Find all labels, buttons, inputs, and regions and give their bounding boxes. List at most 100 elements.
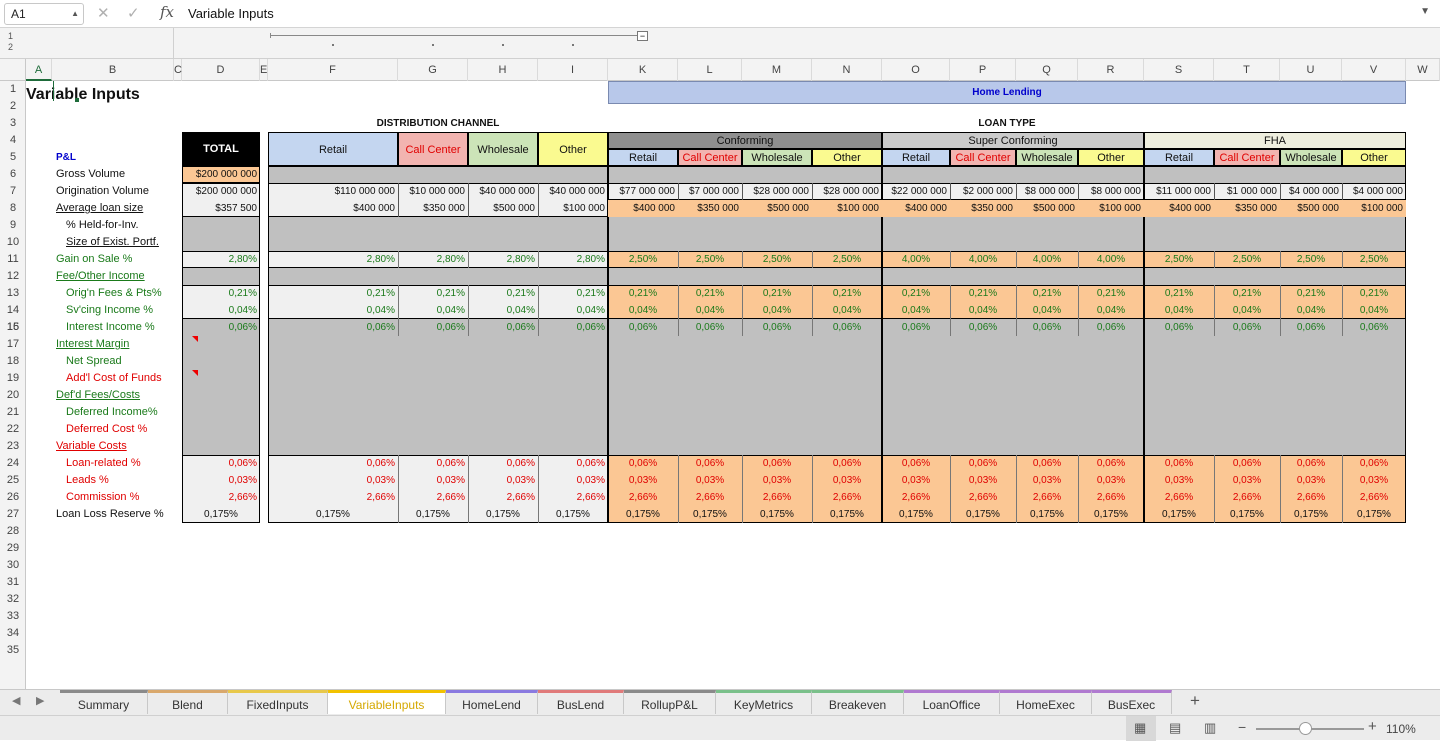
column-header-q[interactable]: Q — [1016, 59, 1078, 81]
row-header-13[interactable]: 13 — [0, 285, 26, 302]
column-header-g[interactable]: G — [398, 59, 468, 81]
gain-n: 2,50% — [832, 254, 862, 265]
row-header-22[interactable]: 22 — [0, 421, 26, 438]
row-header-11[interactable]: 11 — [0, 251, 26, 268]
row-header-28[interactable]: 28 — [0, 523, 26, 540]
column-header-r[interactable]: R — [1078, 59, 1144, 81]
next-sheet-icon[interactable]: ▶ — [36, 694, 44, 707]
column-header-w[interactable]: W — [1406, 59, 1440, 81]
row-header-1[interactable]: 1 — [0, 81, 26, 98]
column-header-h[interactable]: H — [468, 59, 538, 81]
sheet-tab-homeexec[interactable]: HomeExec — [1000, 690, 1092, 714]
row-header-35[interactable]: 35 — [0, 642, 26, 659]
column-header-m[interactable]: M — [742, 59, 812, 81]
label-16: Deferred Cost % — [66, 423, 148, 435]
row-header-10[interactable]: 10 — [0, 234, 26, 251]
sheet-tab-buslend[interactable]: BusLend — [538, 690, 624, 714]
llr-p: 0,175% — [966, 509, 1000, 520]
column-header-v[interactable]: V — [1342, 59, 1406, 81]
sheet-tab-summary[interactable]: Summary — [60, 690, 148, 714]
row-header-12[interactable]: 12 — [0, 268, 26, 285]
row-header-31[interactable]: 31 — [0, 574, 26, 591]
zoom-out-button[interactable]: − — [1238, 719, 1246, 735]
row-header-8[interactable]: 8 — [0, 200, 26, 217]
column-header-f[interactable]: F — [268, 59, 398, 81]
outline-level-1[interactable]: 1 — [8, 31, 13, 41]
zoom-in-button[interactable]: + — [1368, 718, 1377, 735]
label-4: % Held-for-Inv. — [66, 219, 139, 231]
row-header-19[interactable]: 19 — [0, 370, 26, 387]
sheet-tab-blend[interactable]: Blend — [148, 690, 228, 714]
column-header-s[interactable]: S — [1144, 59, 1214, 81]
column-header-t[interactable]: T — [1214, 59, 1280, 81]
zoom-thumb[interactable] — [1299, 722, 1312, 735]
sheet-tab-homelend[interactable]: HomeLend — [446, 690, 538, 714]
confirm-icon[interactable]: ✓ — [127, 4, 140, 22]
page-break-icon[interactable]: ▥ — [1204, 720, 1216, 736]
column-header-b[interactable]: B — [52, 59, 174, 81]
row-header-30[interactable]: 30 — [0, 557, 26, 574]
column-header-o[interactable]: O — [882, 59, 950, 81]
column-header-u[interactable]: U — [1280, 59, 1342, 81]
int_inc-i: 0,06% — [576, 322, 605, 333]
row-header-33[interactable]: 33 — [0, 608, 26, 625]
int_inc-l: 0,06% — [695, 322, 725, 333]
row-header-6[interactable]: 6 — [0, 166, 26, 183]
row-header-34[interactable]: 34 — [0, 625, 26, 642]
row-header-32[interactable]: 32 — [0, 591, 26, 608]
row-header-25[interactable]: 25 — [0, 472, 26, 489]
sheet-tab-fixedinputs[interactable]: FixedInputs — [228, 690, 328, 714]
orig-vol-n: $28 000 000 — [823, 186, 879, 197]
column-header-d[interactable]: D — [182, 59, 260, 81]
row-header-18[interactable]: 18 — [0, 353, 26, 370]
row-header-24[interactable]: 24 — [0, 455, 26, 472]
column-header-a[interactable]: A — [26, 59, 52, 81]
sheet-tab-rolluppl[interactable]: RollupP&L — [624, 690, 716, 714]
row-header-29[interactable]: 29 — [0, 540, 26, 557]
row-header-27[interactable]: 27 — [0, 506, 26, 523]
row-header-16[interactable]: 16 — [0, 319, 26, 336]
row-header-7[interactable]: 7 — [0, 183, 26, 200]
name-box[interactable]: A1▲▼ — [4, 3, 84, 38]
column-header-i[interactable]: I — [538, 59, 608, 81]
column-header-e[interactable]: E — [260, 59, 268, 81]
sheet-tab-breakeven[interactable]: Breakeven — [812, 690, 904, 714]
column-header-c[interactable]: C — [174, 59, 182, 81]
row-header-26[interactable]: 26 — [0, 489, 26, 506]
row-header-5[interactable]: 5 — [0, 149, 26, 166]
prev-sheet-icon[interactable]: ◀ — [12, 694, 20, 707]
orig_fees-t: 0,21% — [1232, 288, 1262, 299]
row-header-17[interactable]: 17 — [0, 336, 26, 353]
function-icon[interactable]: fx — [160, 3, 174, 21]
page-layout-icon[interactable]: ▤ — [1169, 720, 1181, 736]
column-header-k[interactable]: K — [608, 59, 678, 81]
column-header-l[interactable]: L — [678, 59, 742, 81]
cancel-icon[interactable]: ✕ — [97, 4, 110, 22]
normal-view-icon[interactable]: ▦ — [1134, 720, 1146, 736]
chevron-down-icon[interactable]: ▼ — [1420, 6, 1430, 17]
commission-g: 2,66% — [436, 492, 465, 503]
row-header-3[interactable]: 3 — [0, 115, 26, 132]
row-header-4[interactable]: 4 — [0, 132, 26, 149]
comment-marker — [192, 336, 198, 342]
row-header-2[interactable]: 2 — [0, 98, 26, 115]
sheet-tab-keymetrics[interactable]: KeyMetrics — [716, 690, 812, 714]
row-header-9[interactable]: 9 — [0, 217, 26, 234]
sheet-grid[interactable]: Variable Inputs Home Lending DISTRIBUTION … — [26, 81, 1440, 689]
collapse-group-button[interactable]: − — [637, 31, 648, 41]
add-sheet-button[interactable]: + — [1190, 691, 1200, 711]
column-header-n[interactable]: N — [812, 59, 882, 81]
outline-level-2[interactable]: 2 — [8, 42, 13, 52]
sheet-tab-busexec[interactable]: BusExec — [1092, 690, 1172, 714]
row-header-21[interactable]: 21 — [0, 404, 26, 421]
column-header-p[interactable]: P — [950, 59, 1016, 81]
row-header-20[interactable]: 20 — [0, 387, 26, 404]
formula-value[interactable]: Variable Inputs — [188, 6, 274, 21]
status-bar: ▦ ▤ ▥ − + 110% — [0, 715, 1440, 741]
row-header-23[interactable]: 23 — [0, 438, 26, 455]
sheet-tab-loanoffice[interactable]: LoanOffice — [904, 690, 1000, 714]
label-3: Average loan size — [56, 202, 144, 214]
orig-vol-i: $40 000 000 — [549, 186, 605, 197]
sheet-tab-variableinputs[interactable]: VariableInputs — [328, 690, 446, 714]
row-header-14[interactable]: 14 — [0, 302, 26, 319]
